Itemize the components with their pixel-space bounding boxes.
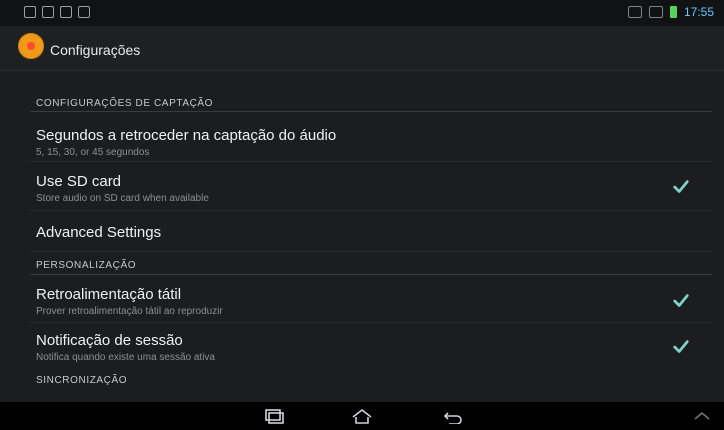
clock: 17:55 — [683, 5, 714, 19]
pref-divider — [30, 210, 712, 211]
pref-session-notification[interactable]: Notificação de sessão Notifica quando ex… — [36, 332, 676, 363]
app-logo-icon[interactable] — [18, 33, 44, 59]
pref-use-sd-card[interactable]: Use SD card Store audio on SD card when … — [36, 173, 676, 204]
home-icon[interactable] — [342, 406, 382, 426]
section-header-sync: SINCRONIZAÇÃO — [36, 375, 128, 386]
pref-title: Retroalimentação tátil — [36, 286, 182, 303]
section-divider — [30, 111, 712, 112]
status-bar: 17:55 — [0, 0, 724, 26]
notification-icon — [60, 6, 72, 18]
section-header-capture: CONFIGURAÇÕES DE CAPTAÇÃO — [36, 98, 214, 109]
section-divider — [30, 274, 712, 275]
pref-title: Notificação de sessão — [36, 332, 183, 349]
pref-advanced-settings[interactable]: Advanced Settings — [36, 224, 676, 241]
back-icon[interactable] — [432, 406, 472, 426]
notification-icon — [24, 6, 36, 18]
pref-title: Segundos a retroceder na captação do áud… — [36, 127, 337, 144]
pref-divider — [30, 251, 712, 252]
notification-icon — [78, 6, 90, 18]
status-indicators: 17:55 — [627, 5, 714, 19]
section-header-personalization: PERSONALIZAÇÃO — [36, 260, 137, 271]
wifi-icon — [648, 6, 663, 18]
pref-subtitle: 5, 15, 30, or 45 segundos — [36, 147, 150, 158]
recent-apps-icon[interactable] — [254, 406, 294, 426]
signal-icon — [627, 6, 642, 18]
pref-subtitle: Prover retroalimentação tátil ao reprodu… — [36, 306, 223, 317]
pref-title: Advanced Settings — [36, 224, 162, 241]
notification-icon — [42, 6, 54, 18]
battery-icon — [669, 6, 677, 18]
more-icon[interactable] — [682, 406, 722, 426]
pref-divider — [30, 322, 712, 323]
pref-haptic-feedback[interactable]: Retroalimentação tátil Prover retroalime… — [36, 286, 676, 317]
navigation-bar — [0, 402, 724, 430]
pref-seconds-rewind[interactable]: Segundos a retroceder na captação do áud… — [36, 127, 676, 158]
checkbox-use-sd-card[interactable] — [672, 178, 690, 196]
app-logo-dot — [27, 42, 35, 50]
page-title: Configurações — [50, 42, 141, 58]
pref-title: Use SD card — [36, 173, 122, 190]
status-notifications — [24, 6, 90, 18]
checkbox-session-notification[interactable] — [672, 338, 690, 356]
checkbox-haptic-feedback[interactable] — [672, 292, 690, 310]
pref-subtitle: Notifica quando existe uma sessão ativa — [36, 352, 215, 363]
pref-divider — [30, 161, 712, 162]
pref-subtitle: Store audio on SD card when available — [36, 193, 209, 204]
settings-list: CONFIGURAÇÕES DE CAPTAÇÃO Segundos a ret… — [0, 70, 724, 402]
